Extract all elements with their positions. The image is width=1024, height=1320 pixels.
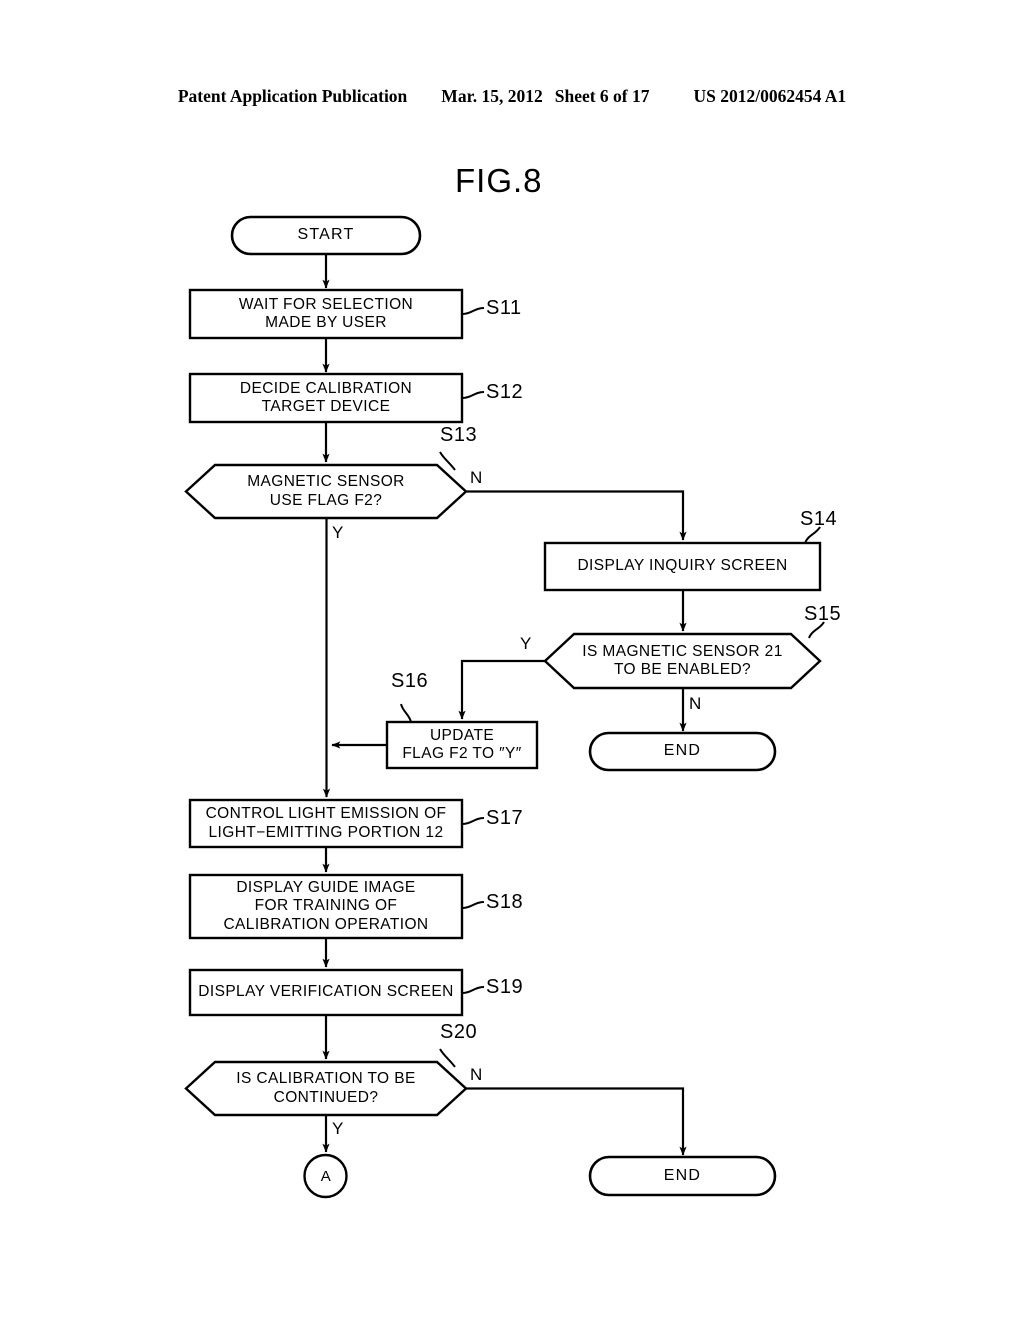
s14-step-number: S14 <box>800 508 838 530</box>
s11-step-number: S11 <box>486 297 522 319</box>
s17-step-number: S17 <box>486 807 524 829</box>
s13-yes-branch-label: Y <box>332 523 344 542</box>
s20-hexagon-shape <box>184 1060 468 1117</box>
s19-step-number: S19 <box>486 976 524 998</box>
s17-box-shape <box>188 798 464 849</box>
s20-yes-branch-label: Y <box>332 1119 344 1138</box>
s14-box-shape <box>543 541 822 592</box>
s11-box-shape <box>188 288 464 340</box>
connector-a-shape <box>303 1153 348 1199</box>
s20-no-branch-label: N <box>470 1065 483 1084</box>
s15-yes-branch-label: Y <box>520 634 532 653</box>
s16-box-shape <box>385 720 539 770</box>
s15-step-number: S15 <box>804 603 842 625</box>
s15-hexagon-shape <box>543 632 822 690</box>
s13-no-branch-label: N <box>470 468 483 487</box>
flowchart-canvas <box>184 215 825 1199</box>
s18-box-shape <box>188 873 464 940</box>
s12-box-shape <box>188 372 464 424</box>
end-bottom-terminator-shape <box>588 1155 777 1197</box>
s16-step-number: S16 <box>391 670 429 692</box>
s18-step-number: S18 <box>486 891 524 913</box>
patent-figure-page: Patent Application Publication Mar. 15, … <box>0 0 1024 1320</box>
s13-hexagon-shape <box>184 463 468 520</box>
start-terminator-shape <box>230 215 422 256</box>
end-mid-terminator-shape <box>588 731 777 772</box>
s19-box-shape <box>188 968 464 1017</box>
s20-step-number: S20 <box>440 1021 478 1043</box>
s13-step-number: S13 <box>440 424 478 446</box>
s15-no-branch-label: N <box>689 694 702 713</box>
s12-step-number: S12 <box>486 381 524 403</box>
